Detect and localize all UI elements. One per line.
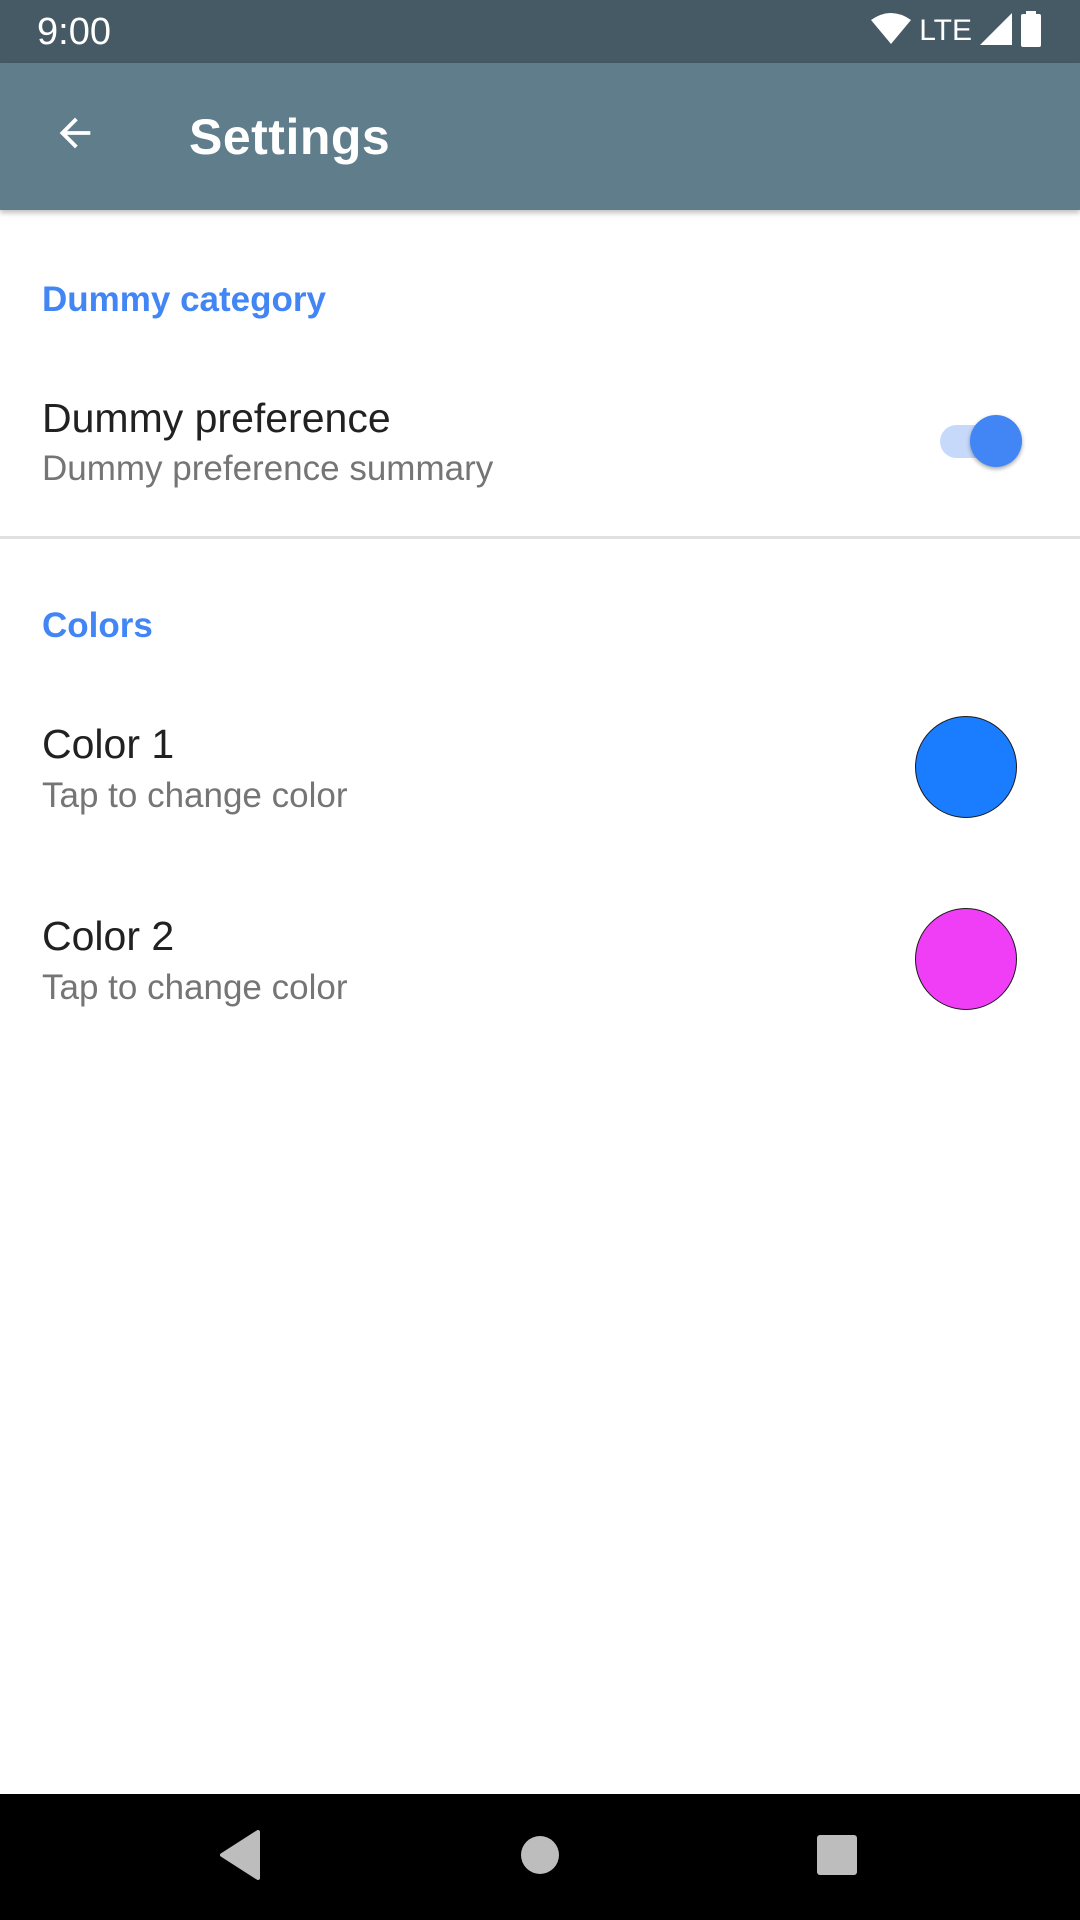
status-time: 9:00 bbox=[37, 11, 111, 53]
preference-summary: Tap to change color bbox=[42, 968, 348, 1007]
nav-back-icon bbox=[218, 1829, 262, 1885]
category-divider bbox=[0, 536, 1080, 539]
status-icons: LTE bbox=[871, 10, 1042, 52]
dummy-preference-row[interactable]: Dummy preference Dummy preference summar… bbox=[0, 376, 1080, 516]
nav-back-button[interactable] bbox=[207, 1824, 273, 1890]
nav-recents-icon bbox=[817, 1834, 857, 1880]
category-header-dummy: Dummy category bbox=[42, 280, 326, 319]
preference-summary: Dummy preference summary bbox=[42, 449, 494, 488]
arrow-back-icon bbox=[52, 110, 98, 161]
preference-title: Color 2 bbox=[42, 913, 175, 959]
page-title: Settings bbox=[189, 109, 391, 165]
cellular-signal-icon bbox=[980, 12, 1012, 50]
preference-title: Dummy preference bbox=[42, 395, 391, 441]
color-2-swatch[interactable] bbox=[915, 908, 1017, 1010]
preference-summary: Tap to change color bbox=[42, 776, 348, 815]
battery-icon bbox=[1020, 10, 1042, 52]
back-button[interactable] bbox=[36, 96, 114, 174]
category-header-colors: Colors bbox=[42, 606, 153, 645]
nav-home-button[interactable] bbox=[507, 1824, 573, 1890]
color-1-swatch[interactable] bbox=[915, 716, 1017, 818]
switch-thumb bbox=[970, 415, 1022, 467]
status-bar: 9:00 LTE bbox=[0, 0, 1080, 63]
nav-recents-button[interactable] bbox=[804, 1824, 870, 1890]
nav-home-icon bbox=[520, 1835, 560, 1880]
wifi-icon bbox=[871, 12, 912, 50]
navigation-bar bbox=[0, 1794, 1080, 1920]
preference-title: Color 1 bbox=[42, 721, 175, 767]
dummy-preference-switch[interactable] bbox=[940, 413, 1026, 467]
network-type-label: LTE bbox=[919, 14, 972, 47]
app-bar: Settings bbox=[0, 63, 1080, 210]
